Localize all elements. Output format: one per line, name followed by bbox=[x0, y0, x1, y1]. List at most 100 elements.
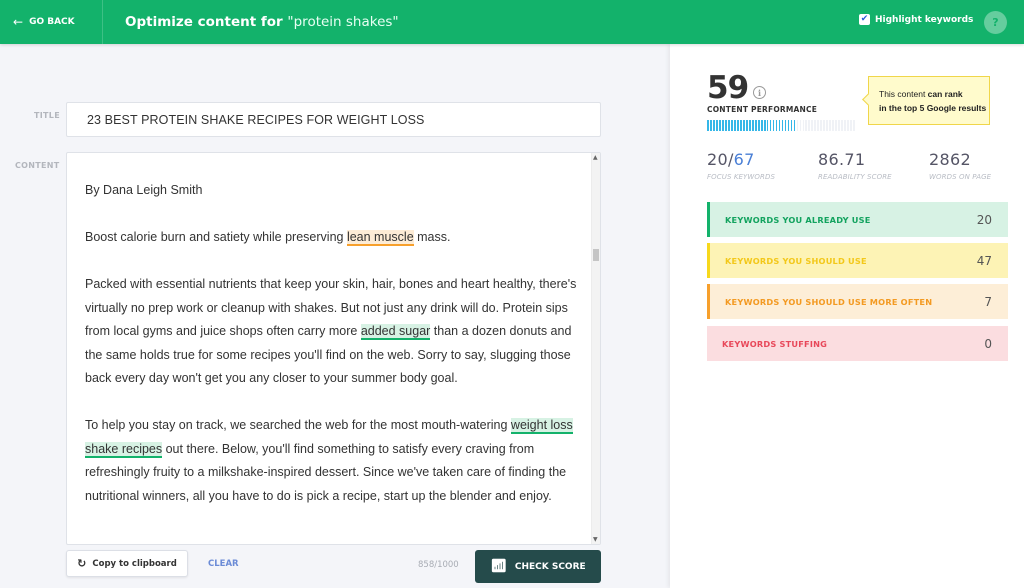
keywords-already-use-label: KEYWORDS YOU ALREADY USE bbox=[725, 214, 871, 225]
focus-keywords-stat: 20/67 FOCUS KEYWORDS bbox=[707, 150, 775, 181]
paragraph: To help you stay on track, we searched t… bbox=[85, 414, 585, 508]
page-title: Optimize content for "protein shakes" bbox=[125, 14, 399, 30]
focus-keywords-value: 20/67 bbox=[707, 150, 775, 169]
performance-bar-segment bbox=[841, 120, 844, 131]
performance-bar-segment bbox=[733, 120, 736, 131]
performance-bar-segment bbox=[712, 120, 715, 131]
content-performance-bar bbox=[707, 120, 856, 131]
performance-bar-segment bbox=[814, 120, 817, 131]
performance-bar-segment bbox=[748, 120, 751, 131]
character-count: 858/1000 bbox=[418, 560, 459, 570]
keywords-stuffing-row[interactable]: KEYWORDS STUFFING 0 bbox=[707, 326, 1008, 361]
scroll-thumb[interactable] bbox=[593, 249, 599, 261]
tooltip-bold-text: can rank bbox=[927, 89, 963, 99]
readability-label: READABILITY SCORE bbox=[818, 173, 892, 181]
words-on-page-value: 2862 bbox=[929, 150, 971, 169]
check-score-button[interactable]: 📶︎ CHECK SCORE bbox=[475, 550, 601, 583]
performance-bar-segment bbox=[823, 120, 826, 131]
performance-bar-segment bbox=[835, 120, 838, 131]
keywords-stuffing-label: KEYWORDS STUFFING bbox=[722, 338, 828, 349]
text-span: To help you stay on track, we searched t… bbox=[85, 418, 511, 432]
content-scrollbar[interactable]: ▲ ▼ bbox=[591, 153, 600, 544]
title-input[interactable]: 23 BEST PROTEIN SHAKE RECIPES FOR WEIGHT… bbox=[66, 102, 601, 137]
performance-bar-segment bbox=[721, 120, 724, 131]
performance-bar-segment bbox=[760, 120, 763, 131]
tooltip-bold-text: in the top 5 Google results bbox=[879, 102, 987, 113]
performance-bar-segment bbox=[829, 120, 832, 131]
keywords-should-use-count: 47 bbox=[976, 253, 992, 268]
check-score-label: CHECK SCORE bbox=[514, 561, 586, 572]
title-label: TITLE bbox=[34, 111, 60, 120]
performance-bar-segment bbox=[736, 120, 739, 131]
performance-bar-segment bbox=[769, 120, 772, 131]
page-title-prefix: Optimize content for bbox=[125, 14, 283, 30]
performance-bar-segment bbox=[730, 120, 733, 131]
keywords-use-more-often-row[interactable]: KEYWORDS YOU SHOULD USE MORE OFTEN 7 bbox=[707, 284, 1008, 319]
content-performance-label: CONTENT PERFORMANCE bbox=[707, 105, 818, 114]
keywords-should-use-label: KEYWORDS YOU SHOULD USE bbox=[725, 255, 867, 266]
top-bar: ← GO BACK Optimize content for "protein … bbox=[0, 0, 1024, 44]
help-button[interactable]: ? bbox=[984, 11, 1007, 34]
arrow-left-icon: ← bbox=[13, 15, 24, 29]
keywords-already-use-count: 20 bbox=[976, 212, 992, 227]
editor-area: TITLE 23 BEST PROTEIN SHAKE RECIPES FOR … bbox=[0, 44, 670, 588]
performance-bar-segment bbox=[742, 120, 745, 131]
readability-stat: 86.71 READABILITY SCORE bbox=[818, 150, 892, 181]
performance-bar-segment bbox=[853, 120, 856, 131]
content-score: 59 bbox=[707, 70, 749, 106]
words-on-page-label: WORDS ON PAGE bbox=[929, 173, 992, 181]
text-span: mass. bbox=[413, 230, 451, 244]
performance-bar-segment bbox=[850, 120, 853, 131]
performance-bar-segment bbox=[796, 120, 799, 131]
performance-bar-segment bbox=[781, 120, 784, 131]
refresh-icon: ↻ bbox=[77, 557, 87, 570]
paragraph: Packed with essential nutrients that kee… bbox=[85, 273, 585, 391]
keywords-use-more-often-label: KEYWORDS YOU SHOULD USE MORE OFTEN bbox=[725, 296, 933, 307]
performance-bar-segment bbox=[707, 120, 709, 131]
performance-bar-segment bbox=[811, 120, 814, 131]
tooltip-text: This content bbox=[879, 89, 928, 99]
performance-bar-segment bbox=[784, 120, 787, 131]
highlight-keywords-toggle[interactable]: ✔ Highlight keywords bbox=[859, 14, 973, 25]
content-text[interactable]: By Dana Leigh Smith Boost calorie burn a… bbox=[85, 179, 585, 532]
keyword-highlight-used[interactable]: added sugar bbox=[360, 324, 431, 340]
performance-bar-segment bbox=[808, 120, 811, 131]
info-icon[interactable]: i bbox=[753, 86, 766, 99]
content-label: CONTENT bbox=[15, 161, 60, 170]
performance-bar-segment bbox=[805, 120, 808, 131]
copy-to-clipboard-button[interactable]: ↻ Copy to clipboard bbox=[66, 550, 188, 577]
copy-label: Copy to clipboard bbox=[92, 558, 177, 569]
signal-icon: 📶︎ bbox=[490, 559, 507, 574]
clear-button[interactable]: CLEAR bbox=[208, 559, 239, 569]
keyword-highlight-more-often[interactable]: lean muscle bbox=[346, 230, 414, 246]
paragraph: Boost calorie burn and satiety while pre… bbox=[85, 226, 585, 250]
performance-bar-segment bbox=[709, 120, 712, 131]
keywords-should-use-row[interactable]: KEYWORDS YOU SHOULD USE 47 bbox=[707, 243, 1008, 278]
performance-bar-segment bbox=[763, 120, 766, 131]
performance-bar-segment bbox=[793, 120, 796, 131]
performance-bar-segment bbox=[718, 120, 721, 131]
scroll-up-arrow-icon[interactable]: ▲ bbox=[593, 154, 598, 161]
text-span: Boost calorie burn and satiety while pre… bbox=[85, 230, 347, 244]
performance-bar-segment bbox=[754, 120, 757, 131]
highlight-keywords-label: Highlight keywords bbox=[875, 14, 974, 25]
focus-keywords-label: FOCUS KEYWORDS bbox=[707, 173, 776, 181]
words-on-page-stat: 2862 WORDS ON PAGE bbox=[929, 150, 991, 181]
keywords-stuffing-count: 0 bbox=[984, 336, 992, 351]
performance-bar-segment bbox=[715, 120, 718, 131]
content-editor[interactable]: By Dana Leigh Smith Boost calorie burn a… bbox=[66, 152, 601, 545]
ranking-tooltip: This content can rank in the top 5 Googl… bbox=[868, 76, 990, 125]
performance-bar-segment bbox=[790, 120, 793, 131]
focus-keywords-total: 67 bbox=[733, 150, 755, 169]
performance-bar-segment bbox=[847, 120, 850, 131]
keywords-already-use-row[interactable]: KEYWORDS YOU ALREADY USE 20 bbox=[707, 202, 1008, 237]
performance-bar-segment bbox=[775, 120, 778, 131]
score-panel: 59 i CONTENT PERFORMANCE This content ca… bbox=[670, 44, 1024, 588]
performance-bar-segment bbox=[724, 120, 727, 131]
focus-keywords-used: 20/ bbox=[707, 150, 734, 169]
performance-bar-segment bbox=[739, 120, 742, 131]
go-back-button[interactable]: ← GO BACK bbox=[0, 0, 103, 44]
checkbox-checked-icon[interactable]: ✔ bbox=[859, 14, 870, 25]
performance-bar-segment bbox=[832, 120, 835, 131]
scroll-down-arrow-icon[interactable]: ▼ bbox=[593, 536, 598, 543]
